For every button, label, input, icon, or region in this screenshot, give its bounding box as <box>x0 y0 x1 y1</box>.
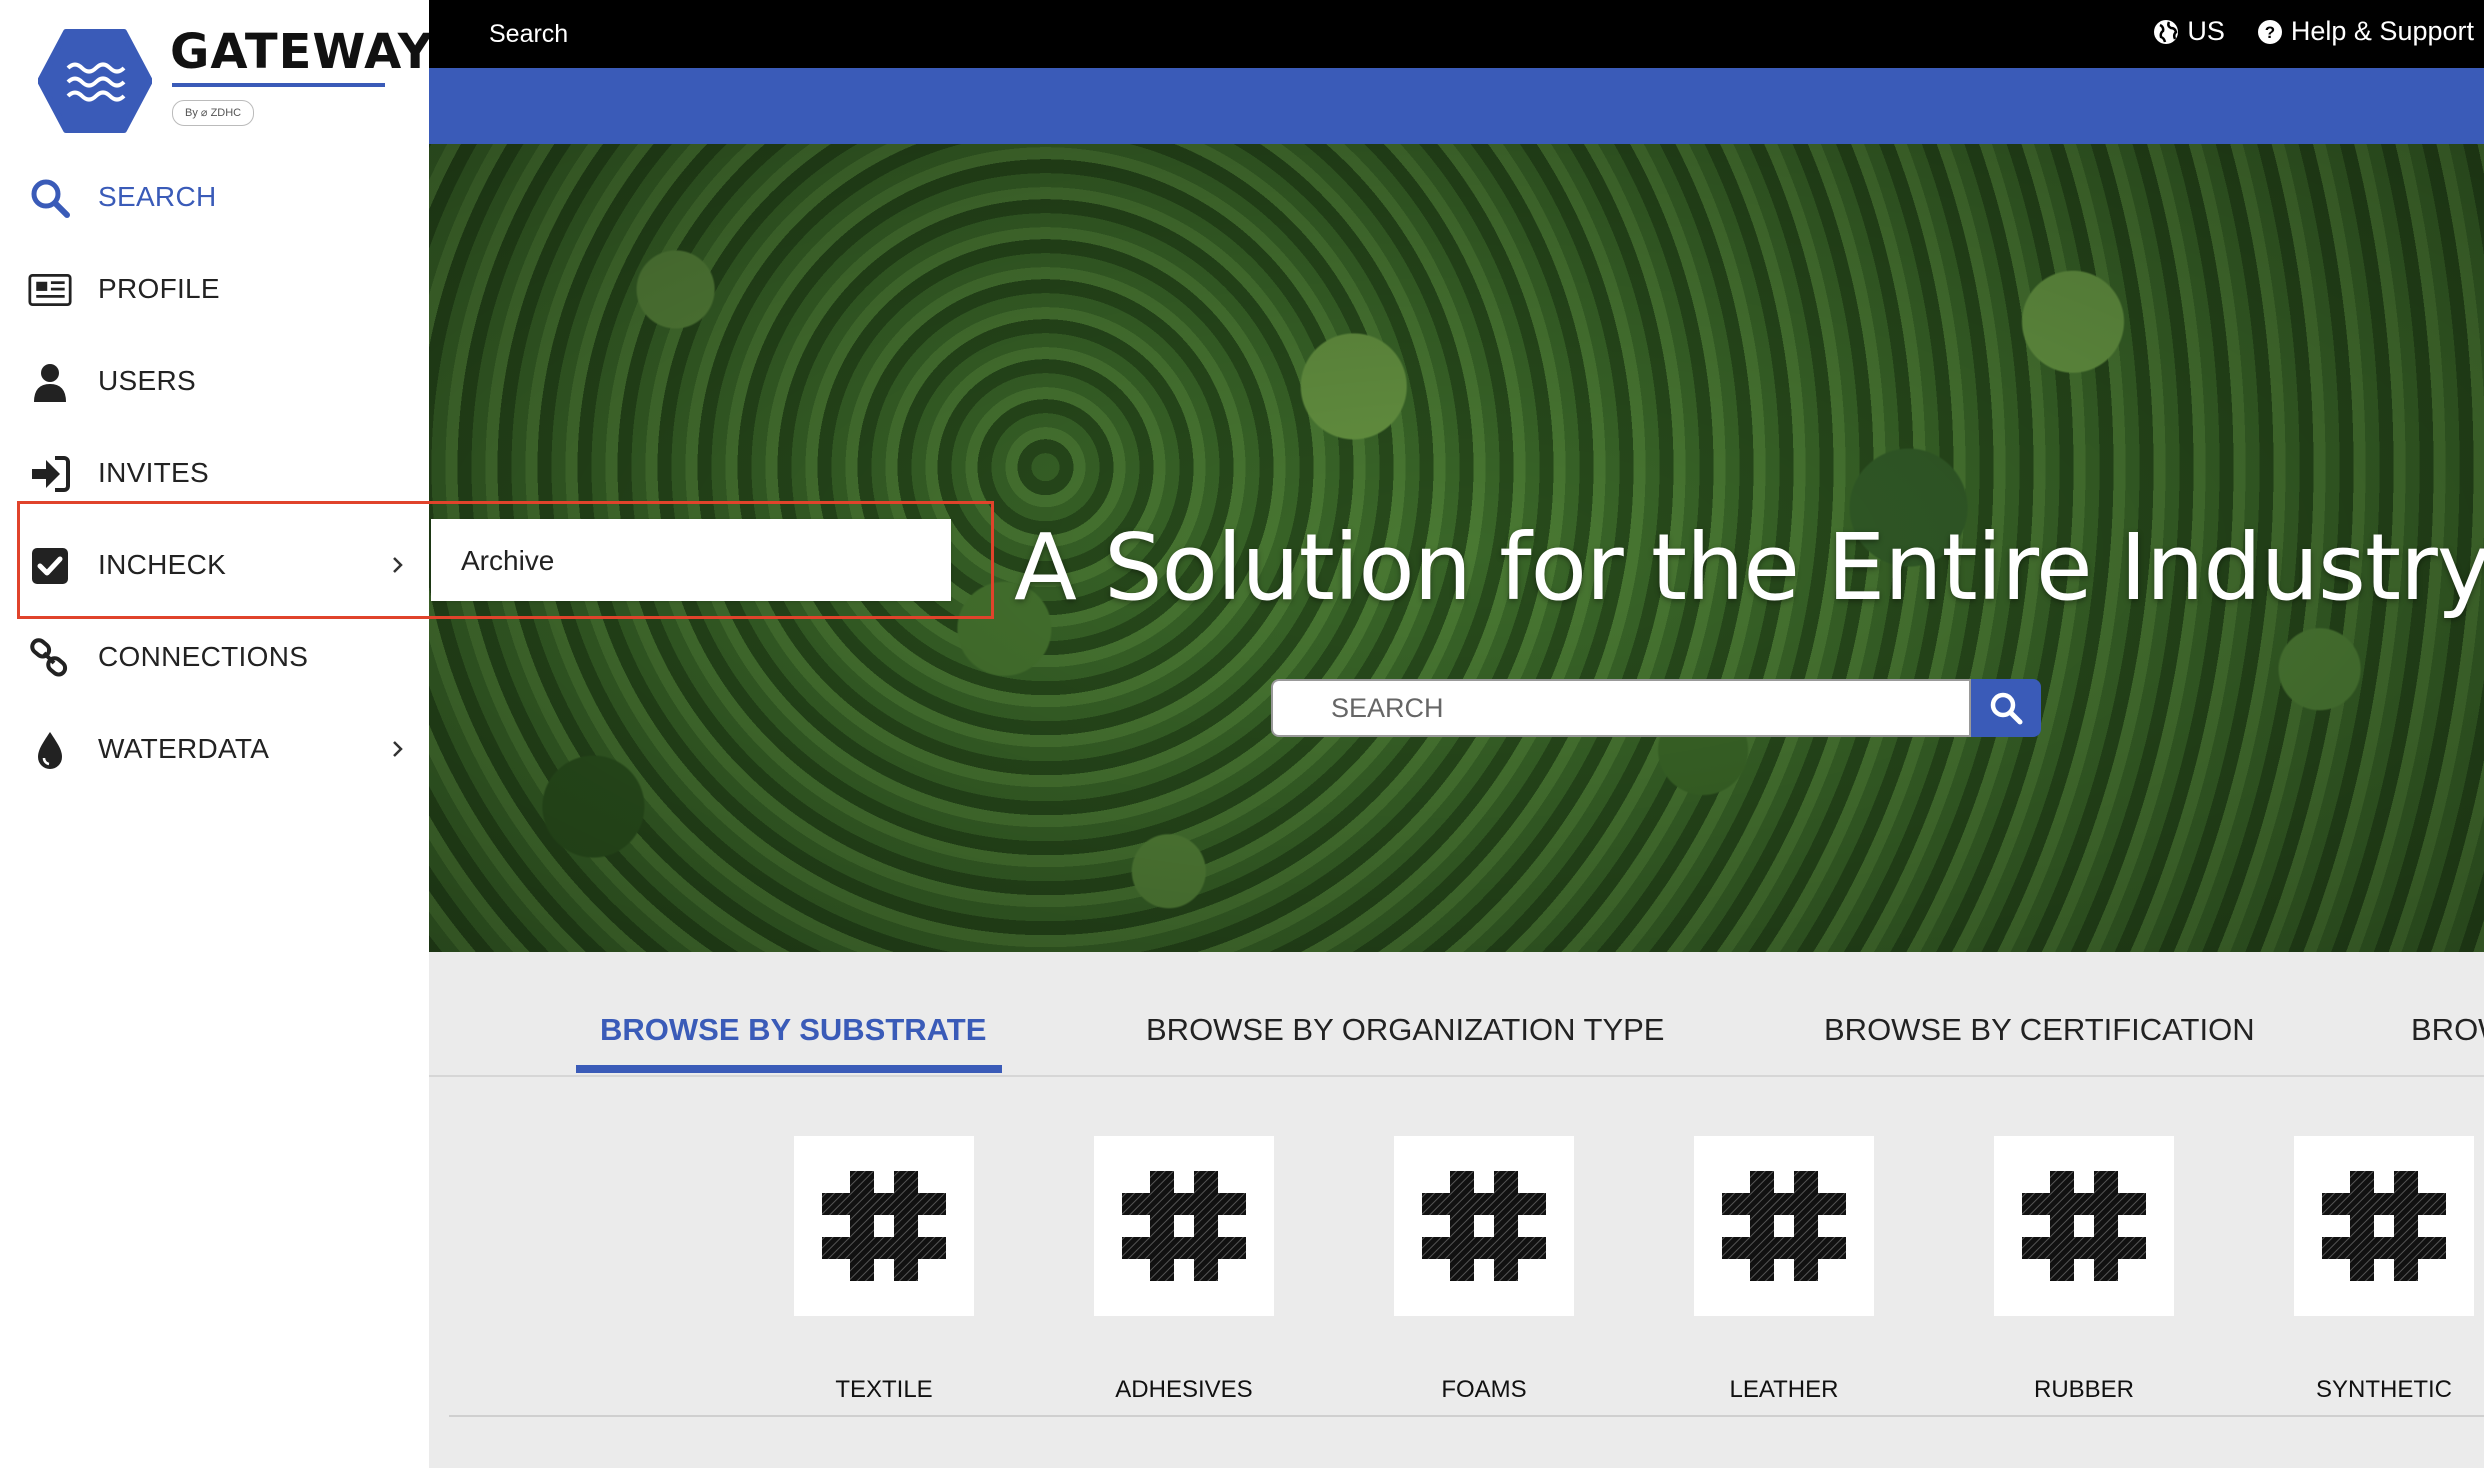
question-circle-icon: ? <box>2257 19 2282 44</box>
water-drop-icon <box>38 732 62 769</box>
textile-weave-icon <box>2322 1171 2446 1281</box>
newspaper-icon <box>28 273 72 307</box>
hero-search-field[interactable] <box>1271 679 1971 737</box>
chevron-right-icon <box>393 557 403 573</box>
browse-section: BROWSE BY SUBSTRATE BROWSE BY ORGANIZATI… <box>429 952 2484 1468</box>
sidebar-item-invites[interactable]: INVITES <box>0 439 429 509</box>
hero-search-input[interactable] <box>1273 681 1969 735</box>
textile-weave-icon <box>1722 1171 1846 1281</box>
hero-search-button[interactable] <box>1971 679 2041 737</box>
substrate-card-textile[interactable] <box>794 1136 974 1316</box>
sidebar-item-search[interactable]: SEARCH <box>0 163 429 233</box>
substrate-card-synthetic[interactable] <box>2294 1136 2474 1316</box>
textile-weave-icon <box>1422 1171 1546 1281</box>
textile-weave-icon <box>2022 1171 2146 1281</box>
help-support-link[interactable]: ? Help & Support <box>2257 16 2474 47</box>
section-divider <box>449 1415 2484 1417</box>
topbar-search-link[interactable]: Search <box>489 20 568 49</box>
globe-icon <box>2154 19 2179 44</box>
substrate-label: SYNTHETIC <box>2315 1376 2452 1403</box>
top-bar: Search US ? Help & Support <box>429 0 2484 68</box>
incheck-submenu: Archive <box>431 519 951 601</box>
substrate-label: ADHESIVES <box>1115 1376 1253 1403</box>
textile-weave-icon <box>1122 1171 1246 1281</box>
sidebar-item-label: SEARCH <box>98 181 217 212</box>
chevron-right-icon <box>393 741 403 757</box>
search-icon <box>31 179 70 218</box>
checkbox-icon <box>32 548 68 584</box>
brand-byline: By ⌀ ZDHC <box>172 100 255 126</box>
brand-title: GATEWAY <box>170 24 434 80</box>
sidebar-item-incheck[interactable]: INCHECK <box>0 531 429 601</box>
search-icon <box>1990 692 2023 725</box>
sidebar-item-waterdata[interactable]: WATERDATA <box>0 715 429 785</box>
help-support-label: Help & Support <box>2290 16 2474 46</box>
sidebar-item-label: PROFILE <box>98 273 220 304</box>
sign-in-icon <box>32 456 70 492</box>
header-band <box>429 68 2484 144</box>
sidebar-item-connections[interactable]: CONNECTIONS <box>0 623 429 693</box>
tab-browse-more[interactable]: BROW <box>2411 1012 2484 1048</box>
tab-browse-by-certification[interactable]: BROWSE BY CERTIFICATION <box>1824 1012 2255 1048</box>
sidebar-item-label: INCHECK <box>98 549 227 580</box>
sidebar-item-label: USERS <box>98 365 196 396</box>
tab-browse-by-substrate[interactable]: BROWSE BY SUBSTRATE <box>600 1012 986 1048</box>
link-icon <box>30 638 68 677</box>
substrate-card-adhesives[interactable] <box>1094 1136 1274 1316</box>
tabs-divider <box>429 1075 2484 1077</box>
svg-text:?: ? <box>2265 23 2275 42</box>
sidebar-item-label: INVITES <box>98 457 210 488</box>
topbar-right: US ? Help & Support <box>2153 16 2474 47</box>
brand-underline <box>172 83 385 87</box>
region-selector[interactable]: US <box>2153 16 2225 47</box>
substrate-label: FOAMS <box>1441 1376 1527 1403</box>
sidebar-item-label: WATERDATA <box>98 733 270 764</box>
substrate-label: LEATHER <box>1729 1376 1839 1403</box>
substrate-label: RUBBER <box>2033 1376 2135 1403</box>
gateway-logo-icon[interactable] <box>38 28 152 134</box>
sidebar-item-label: CONNECTIONS <box>98 641 309 672</box>
region-label: US <box>2187 16 2225 46</box>
substrate-card-leather[interactable] <box>1694 1136 1874 1316</box>
textile-weave-icon <box>822 1171 946 1281</box>
user-icon <box>34 364 66 402</box>
sidebar-item-users[interactable]: USERS <box>0 347 429 417</box>
sidebar-item-profile[interactable]: PROFILE <box>0 255 429 325</box>
active-tab-indicator <box>576 1065 1002 1073</box>
submenu-item-archive[interactable]: Archive <box>461 545 554 577</box>
substrate-label: TEXTILE <box>835 1376 933 1403</box>
substrate-card-foams[interactable] <box>1394 1136 1574 1316</box>
substrate-card-rubber[interactable] <box>1994 1136 2174 1316</box>
sidebar: GATEWAY By ⌀ ZDHC SEARCH PROFILE USERS I… <box>0 0 432 1468</box>
tab-browse-by-organization-type[interactable]: BROWSE BY ORGANIZATION TYPE <box>1146 1012 1664 1048</box>
hero-title: A Solution for the Entire Industry <box>1014 514 2484 621</box>
